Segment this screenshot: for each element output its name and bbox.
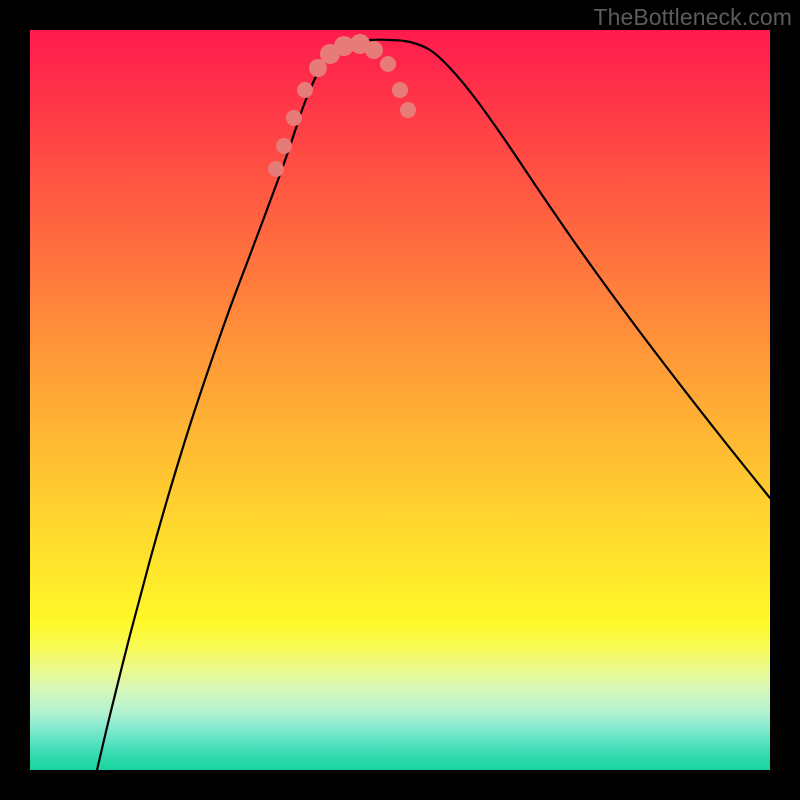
watermark-text: TheBottleneck.com <box>593 4 792 31</box>
curve-marker <box>297 82 313 98</box>
plot-area <box>30 30 770 770</box>
curve-marker <box>392 82 408 98</box>
curve-marker <box>268 161 284 177</box>
curve-marker <box>286 110 302 126</box>
curve-marker <box>380 56 396 72</box>
curve-markers <box>268 34 416 177</box>
chart-container: TheBottleneck.com <box>0 0 800 800</box>
curve-marker <box>400 102 416 118</box>
curve-marker <box>276 138 292 154</box>
curve-svg <box>30 30 770 770</box>
curve-marker <box>365 41 383 59</box>
bottleneck-curve <box>97 40 770 770</box>
